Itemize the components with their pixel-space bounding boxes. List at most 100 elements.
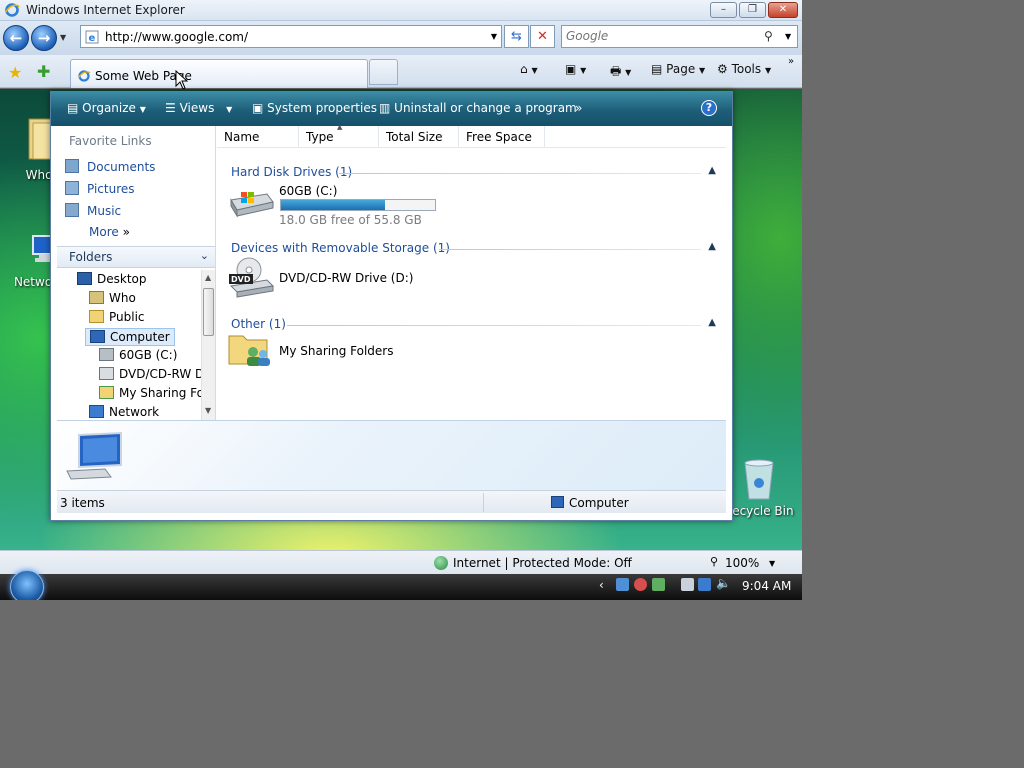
volume-icon[interactable]: 🔈 [716,576,731,590]
folders-header[interactable]: Folders ⌄ [57,246,215,268]
ie-address-row: ← → ▼ e http://www.google.com/ ▼ ⇆ ✕ ⚲ ▼ [0,21,802,55]
group-hard-disk-drives[interactable]: Hard Disk Drives (1) ▲ [231,165,716,183]
views-button[interactable]: ☰ Views ▼ [165,101,232,115]
scroll-down-icon[interactable]: ▼ [205,406,211,415]
documents-icon [65,159,79,173]
scrollbar-thumb[interactable] [203,288,214,336]
tray-network-sharing-icon[interactable] [616,578,629,591]
recent-pages-dropdown[interactable]: ▼ [60,33,66,42]
back-button[interactable]: ← [3,25,29,51]
group-title: Hard Disk Drives (1) [231,165,353,179]
chevron-down-icon[interactable]: ⌄ [200,249,209,262]
tree-item-who[interactable]: Who [89,291,136,305]
address-dropdown-icon[interactable]: ▼ [491,32,497,41]
computer-icon [551,496,564,508]
column-total-size[interactable]: Total Size [379,126,459,148]
column-free-space[interactable]: Free Space [459,126,545,148]
navigation-pane: Favorite Links Documents Pictures Music … [57,126,216,420]
uninstall-program-button[interactable]: ▥ Uninstall or change a program [379,101,577,115]
tree-item-drive-c[interactable]: 60GB (C:) [99,348,177,362]
refresh-button[interactable]: ⇆ [504,25,529,48]
favorite-link-label: Music [87,204,122,218]
tree-item-network[interactable]: Network [89,405,159,419]
toolbar-more-icon[interactable]: » [575,101,582,115]
show-hidden-icons-icon[interactable]: ‹ [599,578,604,592]
page-menu-button[interactable]: ▤ Page ▼ [651,62,705,76]
page-e-icon [77,70,91,82]
home-button[interactable]: ⌂ ▼ [520,62,538,76]
explorer-toolbar: ▤ Organize ▼ ☰ Views ▼ ▣ System properti… [51,92,732,126]
tray-sync-icon[interactable] [652,578,665,591]
tree-item-computer[interactable]: Computer [85,328,175,346]
tree-item-sharing-folders[interactable]: My Sharing Fo [99,386,201,400]
collapse-chevron-icon[interactable]: ▲ [708,317,716,328]
search-box[interactable]: ⚲ ▼ [561,25,798,48]
stop-button[interactable]: ✕ [530,25,555,48]
close-button[interactable]: ✕ [768,2,798,18]
music-icon [65,203,79,217]
svg-text:e: e [89,33,96,44]
hard-drive-icon [230,192,274,218]
tray-network-icon[interactable] [698,578,711,591]
search-input[interactable] [566,29,756,43]
tree-item-dvd-drive[interactable]: DVD/CD-RW D [99,367,201,381]
favorite-link-music[interactable]: Music [65,203,121,218]
favorites-center-icon[interactable]: ★ [8,63,22,82]
system-properties-button[interactable]: ▣ System properties [252,101,377,115]
print-button[interactable]: 🖶 ▼ [610,62,631,83]
views-icon: ☰ [165,101,176,115]
favorite-link-pictures[interactable]: Pictures [65,181,135,196]
favorite-link-documents[interactable]: Documents [65,159,155,174]
group-other[interactable]: Other (1) ▲ [231,317,716,335]
tree-item-public[interactable]: Public [89,310,145,324]
group-removable-storage[interactable]: Devices with Removable Storage (1) ▲ [231,241,716,259]
zoom-level[interactable]: 100% [725,556,759,570]
feeds-button[interactable]: ▣ ▼ [565,62,586,76]
collapse-chevron-icon[interactable]: ▲ [708,241,716,252]
chevron-more-icon[interactable]: » [788,56,794,67]
organize-button[interactable]: ▤ Organize ▼ [67,101,146,115]
ie-title-bar: Windows Internet Explorer – ❐ ✕ [0,0,802,21]
desktop-icon-recycle-bin[interactable]: Recycle Bin [724,457,794,518]
tree-scrollbar[interactable]: ▲ ▼ [201,270,215,420]
help-icon[interactable]: ? [701,100,717,116]
taskbar: ‹ 🔈 9:04 AM [0,570,802,600]
address-url[interactable]: http://www.google.com/ [105,30,248,44]
dvd-badge: DVD [231,275,251,284]
clock[interactable]: 9:04 AM [742,579,791,593]
sharing-folder-icon [99,386,114,399]
network-icon [89,405,104,418]
start-button[interactable] [10,570,44,600]
favorite-link-label: More [89,225,119,239]
folder-tree: Desktop Who Public Computer 60GB (C:) DV… [57,270,201,420]
scroll-up-icon[interactable]: ▲ [205,273,211,282]
column-name[interactable]: Name [217,126,299,148]
screen: Windows Internet Explorer – ❐ ✕ ← → ▼ e … [0,0,802,600]
status-divider [483,493,484,512]
tree-item-label: DVD/CD-RW D [119,367,201,381]
tools-menu-button[interactable]: ⚙ Tools ▼ [717,62,771,76]
search-dropdown-icon[interactable]: ▼ [785,32,791,41]
security-zone[interactable]: Internet | Protected Mode: Off [453,556,632,570]
sharing-folder-icon [228,335,270,366]
favorite-links-heading: Favorite Links [69,134,152,148]
search-icon[interactable]: ⚲ [764,29,773,43]
add-favorite-icon[interactable]: ✚ [37,62,50,81]
forward-button[interactable]: → [31,25,57,51]
tree-item-desktop[interactable]: Desktop [77,272,147,286]
favorite-link-more[interactable]: More » [89,225,130,239]
column-headers: Name Type ▲ Total Size Free Space [217,123,726,148]
new-tab-button[interactable] [369,59,398,85]
maximize-button[interactable]: ❐ [739,2,766,18]
ie-logo-icon [5,3,20,17]
collapse-chevron-icon[interactable]: ▲ [708,165,716,176]
status-location: Computer [569,496,629,510]
tab-active[interactable]: Some Web Page [70,59,368,90]
tray-device-icon[interactable] [681,578,694,591]
zoom-dropdown-icon[interactable]: ▼ [769,559,775,568]
minimize-button[interactable]: – [710,2,737,18]
chevron-down-icon: ▼ [139,105,146,114]
address-bar[interactable]: e http://www.google.com/ ▼ [80,25,502,48]
tray-security-icon[interactable] [634,578,647,591]
organize-label: Organize [82,101,136,115]
